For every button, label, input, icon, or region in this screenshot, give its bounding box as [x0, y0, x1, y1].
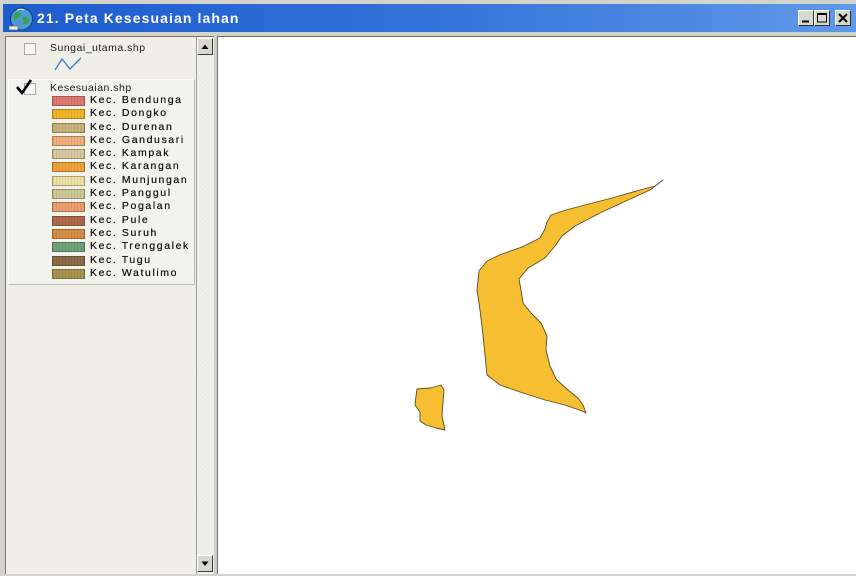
map-feature-polygon[interactable]	[414, 384, 446, 431]
legend-item-tugu: Kec. Tugu	[8, 254, 195, 267]
river-line-symbol-icon	[54, 57, 82, 71]
legend-label: Kec. Watulimo	[90, 266, 179, 279]
legend-label: Kec. Suruh	[90, 226, 158, 239]
legend-swatch	[52, 228, 85, 239]
legend-item-karangan: Kec. Karangan	[8, 160, 195, 173]
legend-label: Kec. Pule	[90, 213, 150, 226]
legend-item-panggul: Kec. Panggul	[8, 187, 195, 200]
legend-item-pogalan: Kec. Pogalan	[8, 200, 195, 213]
legend-label: Kec. Bendunga	[90, 94, 183, 106]
theme-visibility-checkbox[interactable]	[24, 43, 36, 55]
legend-label: Kec. Trenggalek	[90, 240, 190, 253]
map-feature-polygon[interactable]	[476, 179, 664, 414]
legend-item-suruh: Kec. Suruh	[8, 227, 195, 240]
map-canvas[interactable]	[218, 37, 856, 574]
legend-swatch	[52, 96, 85, 106]
legend-item-durenan: Kec. Durenan	[8, 121, 195, 134]
legend-label: Kec. Dongko	[90, 107, 168, 120]
legend-item-pule: Kec. Pule	[8, 214, 195, 227]
toc-scrollbar[interactable]	[196, 37, 213, 574]
minimize-icon	[802, 20, 809, 23]
legend-swatch	[52, 268, 85, 279]
table-of-contents[interactable]: Sungai_utama.shp Kesesuaian.shp Kec. Ben…	[5, 36, 214, 574]
window-title: 21. Peta Kesesuaian lahan	[37, 10, 240, 26]
legend-item-trenggalek: Kec. Trenggalek	[8, 240, 195, 253]
title-bar[interactable]: 21. Peta Kesesuaian lahan	[3, 4, 856, 32]
legend-list: Kec. Bendunga Kec. Dongko Kec. Durenan K…	[8, 94, 195, 280]
theme-kesesuaian[interactable]: Kesesuaian.shp Kec. Bendunga Kec. Dongko…	[8, 79, 195, 285]
legend-swatch	[52, 162, 85, 173]
legend-swatch	[52, 189, 85, 200]
legend-label: Kec. Gandusari	[90, 133, 185, 146]
theme-name[interactable]: Sungai_utama.shp	[50, 42, 146, 55]
close-button[interactable]	[835, 10, 851, 26]
legend-item-munjungan: Kec. Munjungan	[8, 174, 195, 187]
close-icon	[838, 13, 848, 23]
checkmark-icon	[16, 79, 33, 96]
theme-sungai-utama[interactable]: Sungai_utama.shp	[8, 39, 195, 77]
minimize-button[interactable]	[798, 10, 814, 26]
legend-label: Kec. Durenan	[90, 120, 174, 133]
view-globe-icon[interactable]	[8, 5, 35, 32]
legend-item-bendunga: Kec. Bendunga	[8, 94, 195, 107]
scroll-track[interactable]	[197, 55, 213, 553]
view-window: 21. Peta Kesesuaian lahan Sungai_utama.s…	[0, 0, 856, 576]
legend-swatch	[52, 109, 85, 120]
maximize-icon	[817, 13, 827, 23]
legend-item-kampak: Kec. Kampak	[8, 147, 195, 160]
legend-label: Kec. Tugu	[90, 253, 152, 266]
scroll-up-arrow-icon	[201, 44, 209, 49]
legend-swatch	[52, 149, 85, 160]
legend-item-gandusari: Kec. Gandusari	[8, 134, 195, 147]
legend-swatch	[52, 255, 85, 266]
legend-item-dongko: Kec. Dongko	[8, 107, 195, 120]
legend-swatch	[52, 122, 85, 133]
legend-label: Kec. Kampak	[90, 147, 171, 160]
scroll-down-button[interactable]	[197, 555, 213, 572]
map-display[interactable]	[217, 36, 856, 574]
legend-label: Kec. Panggul	[90, 187, 172, 200]
legend-swatch	[52, 175, 85, 186]
scroll-up-button[interactable]	[197, 38, 213, 55]
legend-swatch	[52, 135, 85, 146]
legend-label: Kec. Pogalan	[90, 200, 172, 213]
legend-swatch	[52, 215, 85, 226]
legend-label: Kec. Munjungan	[90, 173, 189, 186]
legend-swatch	[52, 202, 85, 213]
maximize-button[interactable]	[814, 10, 830, 26]
scroll-down-arrow-icon	[201, 561, 209, 566]
legend-item-watulimo: Kec. Watulimo	[8, 267, 195, 280]
legend-swatch	[52, 242, 85, 253]
legend-label: Kec. Karangan	[90, 160, 181, 173]
